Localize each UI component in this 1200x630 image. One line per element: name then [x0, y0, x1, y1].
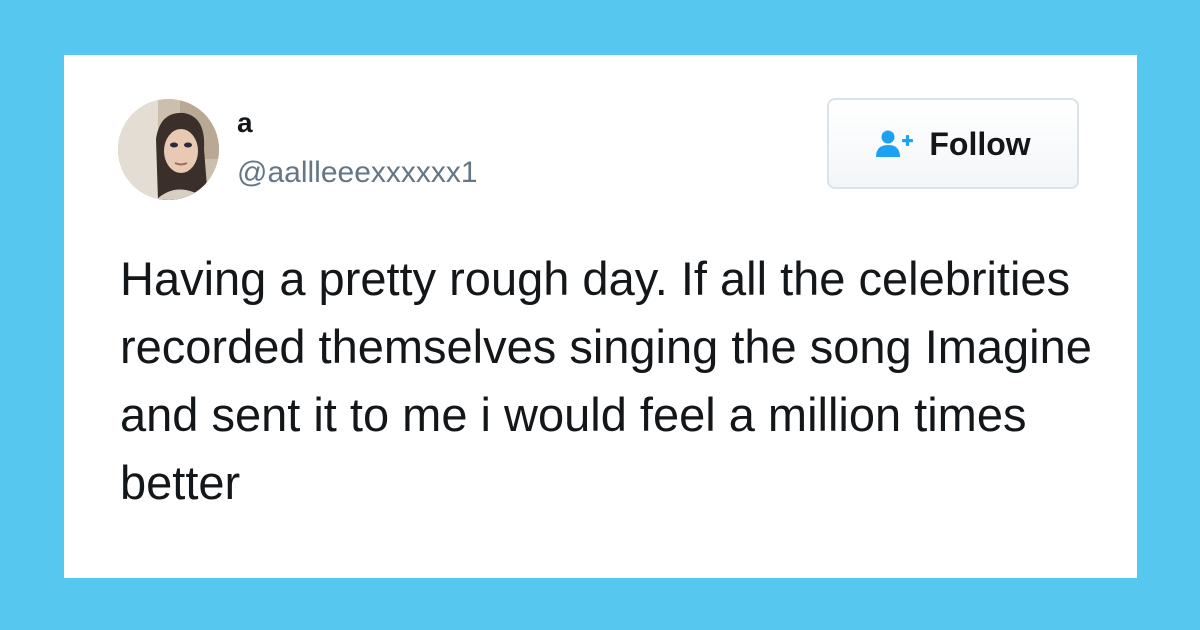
add-user-icon: [875, 129, 915, 159]
tweet-text: Having a pretty rough day. If all the ce…: [120, 252, 1092, 509]
page-background: a @aallleeexxxxxx1 Follow Having a prett…: [0, 0, 1200, 630]
display-name[interactable]: a: [237, 109, 253, 137]
user-handle[interactable]: @aallleeexxxxxx1: [237, 158, 478, 188]
follow-button[interactable]: Follow: [827, 98, 1079, 189]
tweet-card: a @aallleeexxxxxx1 Follow Having a prett…: [64, 55, 1137, 578]
follow-button-label: Follow: [929, 125, 1031, 162]
avatar-photo: [118, 99, 219, 200]
avatar[interactable]: [118, 99, 219, 200]
